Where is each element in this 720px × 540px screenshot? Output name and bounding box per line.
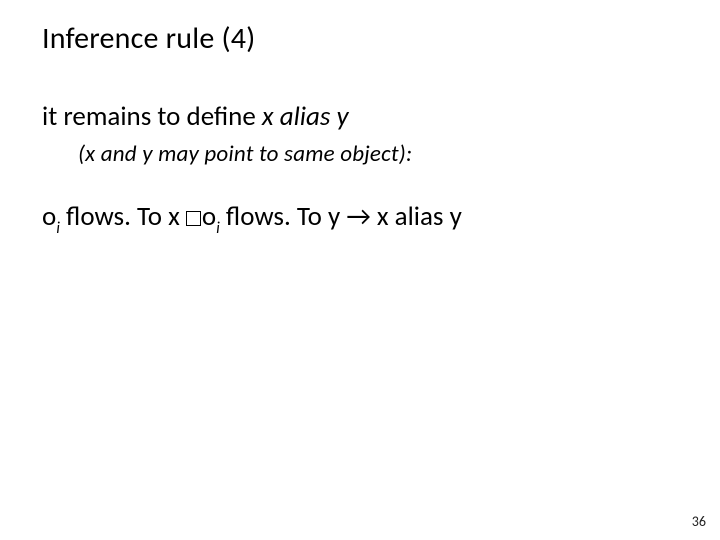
inference-rule: oi flows. To x oi flows. To y → x alias …	[42, 200, 462, 236]
subscript-i-1: i	[56, 219, 60, 238]
slide-title: Inference rule (4)	[42, 20, 255, 57]
alias-word: alias	[274, 100, 337, 133]
definition-prefix: it remains to define	[42, 100, 262, 133]
obj-o-2: o	[202, 200, 216, 233]
var-x: x	[262, 100, 274, 133]
definition-subline: (x and y may point to same object):	[78, 140, 412, 168]
page-number: 36	[692, 513, 706, 530]
definition-line: it remains to define x alias y	[42, 100, 349, 133]
var-y: y	[336, 100, 348, 133]
flowsto-x: flows. To x	[60, 200, 186, 233]
flowsto-y-arrow-alias: flows. To y → x alias y	[220, 200, 462, 233]
obj-o-1: o	[42, 200, 56, 233]
subscript-i-2: i	[216, 219, 220, 238]
missing-glyph-box-icon	[186, 211, 201, 226]
slide: Inference rule (4) it remains to define …	[0, 0, 720, 540]
